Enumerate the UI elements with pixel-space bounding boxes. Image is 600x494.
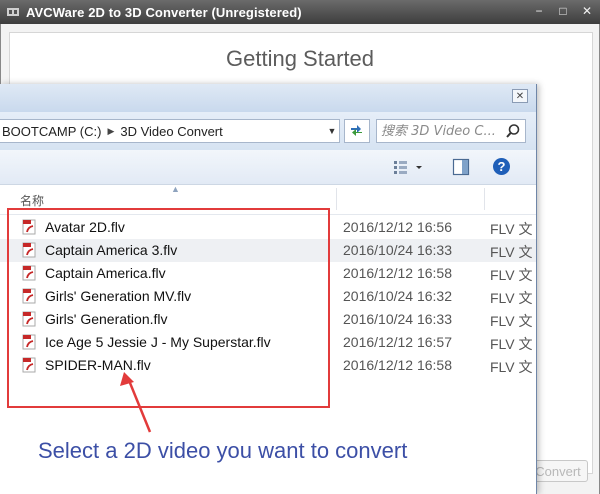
file-date: 2016/10/24 16:33 (343, 242, 452, 258)
flv-file-icon (22, 311, 36, 327)
preview-pane-icon[interactable] (452, 158, 470, 176)
address-row: BOOTCAMP (C:) ▶ 3D Video Convert ▼ (0, 112, 536, 150)
page-title: Getting Started (226, 46, 374, 71)
convert-button[interactable]: Convert (528, 460, 588, 482)
breadcrumb[interactable]: BOOTCAMP (C:) ▶ 3D Video Convert ▼ (0, 119, 340, 143)
flv-file-icon (22, 242, 36, 258)
dialog-toolbar: ? (0, 150, 536, 185)
svg-text:?: ? (498, 159, 506, 174)
file-name: Captain America 3.flv (45, 242, 178, 258)
dialog-close-icon[interactable]: ✕ (512, 89, 528, 103)
close-icon[interactable]: ✕ (580, 4, 594, 18)
flv-file-icon (22, 219, 36, 235)
flv-file-icon (22, 288, 36, 304)
refresh-icon (351, 125, 362, 136)
minimize-icon[interactable]: − (532, 4, 546, 18)
refresh-button[interactable] (344, 119, 370, 143)
column-name-header[interactable]: 名称 (20, 192, 44, 209)
file-name: Captain America.flv (45, 265, 166, 281)
search-input[interactable] (381, 122, 501, 140)
file-type: FLV 文 (490, 244, 533, 260)
file-row[interactable]: Ice Age 5 Jessie J - My Superstar.flv 20… (0, 331, 536, 354)
file-date: 2016/10/24 16:32 (343, 288, 452, 304)
file-row[interactable]: Avatar 2D.flv 2016/12/12 16:56 FLV 文 (0, 216, 536, 239)
file-row[interactable]: Captain America.flv 2016/12/12 16:58 FLV… (0, 262, 536, 285)
column-divider[interactable] (336, 188, 337, 210)
views-icon[interactable] (390, 158, 426, 176)
search-box (376, 119, 526, 143)
file-row[interactable]: Captain America 3.flv 2016/10/24 16:33 F… (0, 239, 536, 262)
breadcrumb-item-folder[interactable]: 3D Video Convert (118, 124, 224, 139)
open-file-dialog: ✕ BOOTCAMP (C:) ▶ 3D Video Convert ▼ 搜索 … (0, 84, 537, 494)
flv-file-icon (22, 265, 36, 281)
column-header: ▲ 名称 (0, 184, 536, 215)
app-logo-icon (7, 8, 19, 16)
file-row[interactable]: Girls' Generation MV.flv 2016/10/24 16:3… (0, 285, 536, 308)
help-icon[interactable]: ? (492, 157, 511, 176)
maximize-icon[interactable]: □ (556, 4, 570, 18)
file-date: 2016/12/12 16:57 (343, 334, 452, 350)
file-type: FLV 文 (490, 313, 533, 329)
arrow-icon (120, 372, 152, 433)
app-title: AVCWare 2D to 3D Converter (Unregistered… (26, 4, 302, 20)
file-type: FLV 文 (490, 221, 533, 237)
search-icon[interactable] (505, 123, 521, 139)
file-type: FLV 文 (490, 336, 533, 352)
chevron-down-icon[interactable]: ▼ (325, 120, 339, 142)
window-controls: − □ ✕ (532, 4, 594, 18)
file-row[interactable]: Girls' Generation.flv 2016/10/24 16:33 F… (0, 308, 536, 331)
file-name: Girls' Generation.flv (45, 311, 168, 327)
breadcrumb-item-drive[interactable]: BOOTCAMP (C:) (0, 124, 103, 139)
file-date: 2016/12/12 16:58 (343, 265, 452, 281)
file-date: 2016/12/12 16:58 (343, 357, 452, 373)
sort-indicator-icon: ▲ (171, 184, 180, 194)
file-name: Avatar 2D.flv (45, 219, 125, 235)
file-date: 2016/12/12 16:56 (343, 219, 452, 235)
column-divider[interactable] (484, 188, 485, 210)
flv-file-icon (22, 334, 36, 350)
annotation-caption: Select a 2D video you want to convert (38, 438, 408, 463)
breadcrumb-separator-icon: ▶ (107, 125, 115, 136)
file-name: Girls' Generation MV.flv (45, 288, 192, 304)
file-name: Ice Age 5 Jessie J - My Superstar.flv (45, 334, 271, 350)
file-row[interactable]: SPIDER-MAN.flv 2016/12/12 16:58 FLV 文 (0, 354, 536, 377)
file-type: FLV 文 (490, 267, 533, 283)
file-type: FLV 文 (490, 359, 533, 375)
file-type: FLV 文 (490, 290, 533, 306)
flv-file-icon (22, 357, 36, 373)
dialog-titlebar: ✕ (0, 84, 536, 112)
app-titlebar: AVCWare 2D to 3D Converter (Unregistered… (0, 0, 600, 24)
file-date: 2016/10/24 16:33 (343, 311, 452, 327)
